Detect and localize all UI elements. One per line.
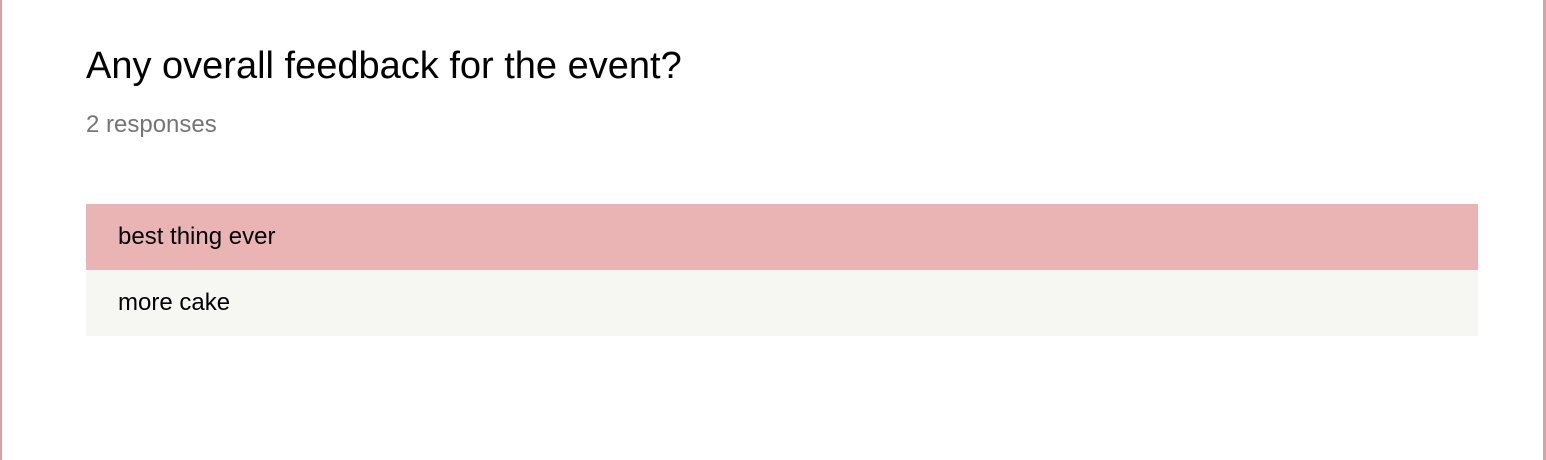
response-item: best thing ever [86, 204, 1478, 270]
question-title: Any overall feedback for the event? [86, 45, 682, 87]
response-list: best thing ever more cake [86, 204, 1478, 336]
response-count: 2 responses [86, 111, 217, 138]
response-item: more cake [86, 270, 1478, 336]
response-summary-card: Any overall feedback for the event? 2 re… [0, 0, 1546, 460]
